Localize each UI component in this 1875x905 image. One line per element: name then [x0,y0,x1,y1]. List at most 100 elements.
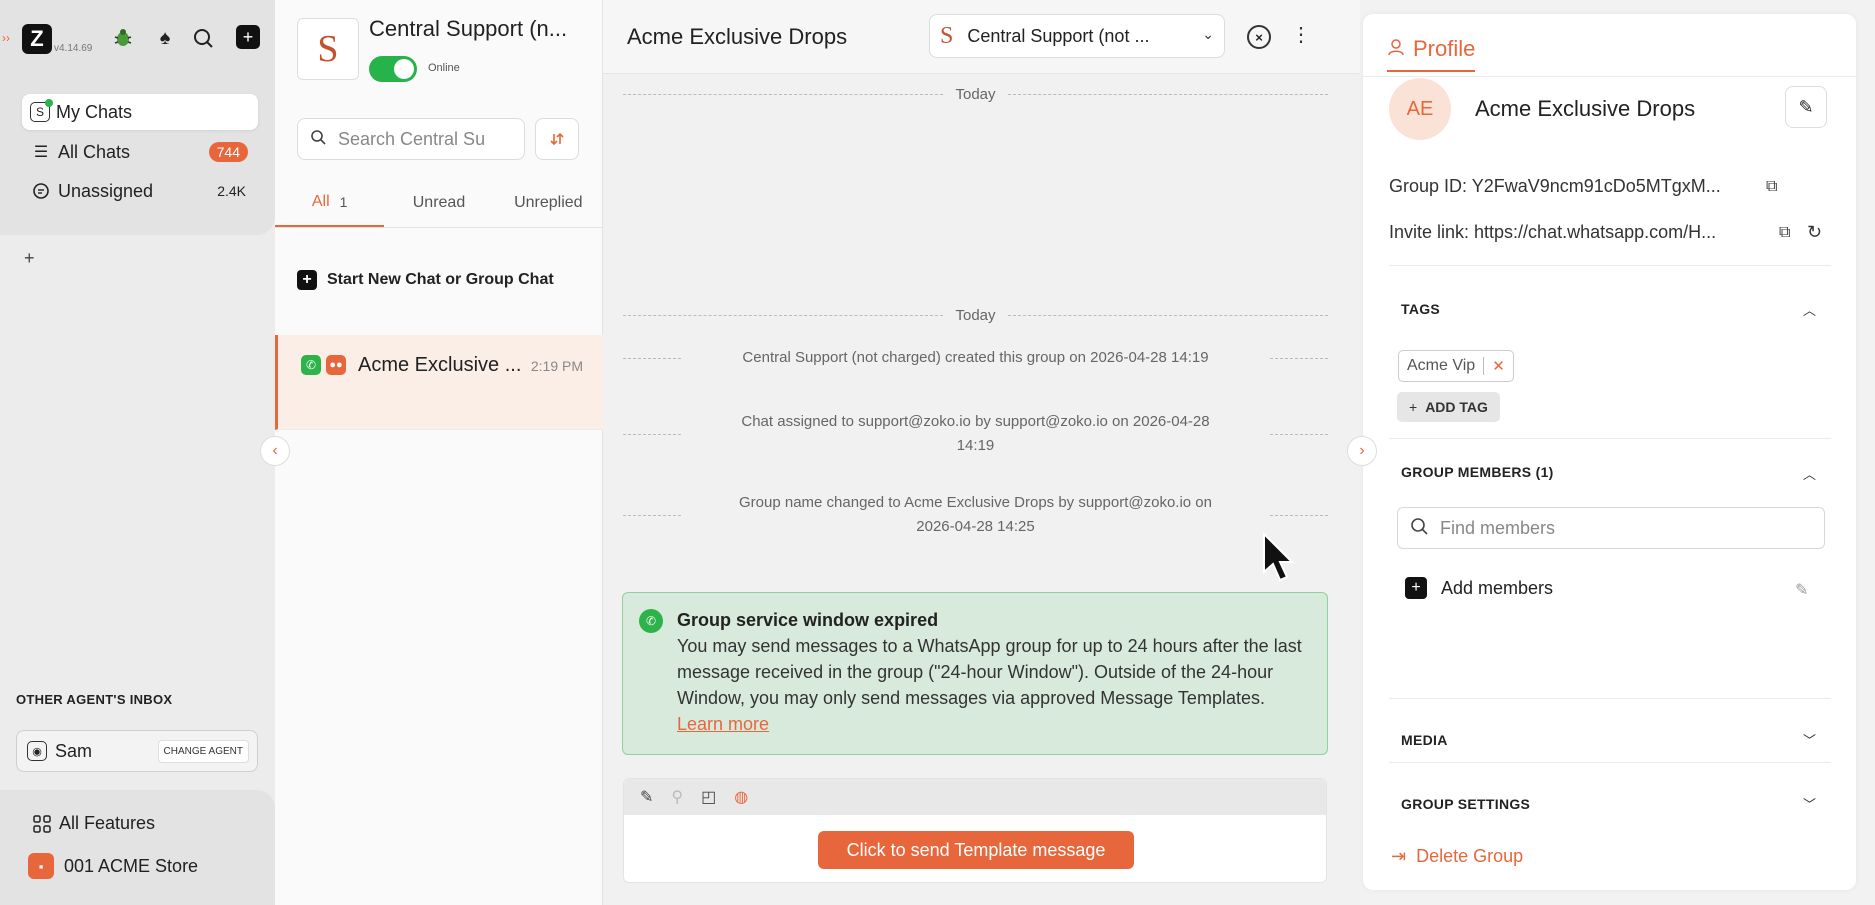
copy-icon[interactable]: ⧉ [1766,178,1777,196]
edit-name-button[interactable]: ✎ [1785,86,1827,128]
assignee-select[interactable]: S Central Support (not ... ⌄ [929,14,1225,58]
add-inbox-button[interactable]: + [24,248,35,269]
note-icon[interactable]: ◰ [701,787,716,807]
plus-icon: + [1405,577,1427,599]
grid-icon [33,814,51,833]
nav-bottom-panel [0,790,275,905]
assignee-label: Central Support (not ... [967,25,1150,46]
group-members-section-title: GROUP MEMBERS (1) [1401,464,1554,480]
all-features-link[interactable]: All Features [33,813,155,834]
nav-item-label: All Chats [58,141,131,162]
chevron-up-icon[interactable]: ︿ [1803,300,1816,319]
agent-selector: ◉ Sam CHANGE AGENT [16,730,258,772]
whatsapp-icon: ✆ [639,609,663,633]
tab-all[interactable]: All 1 [275,178,385,227]
notice-body-text: You may send messages to a WhatsApp grou… [677,636,1302,708]
sort-icon [550,132,564,146]
conversation-panel: Acme Exclusive Drops S Central Support (… [603,0,1360,905]
expand-nav-icon[interactable]: ›› [2,31,10,45]
date-divider-label: Today [955,86,996,103]
date-divider-label: Today [955,307,996,324]
agent-name: Sam [55,740,93,761]
quick-reply-icon[interactable]: ⚲ [671,787,683,807]
search-icon [310,129,326,150]
agent-avatar-icon: ◉ [27,741,47,761]
system-message-text: Chat assigned to support@zoko.io by supp… [741,413,1210,454]
tab-unreplied[interactable]: Unreplied [494,178,603,227]
nav-item-unassigned[interactable]: Unassigned 2.4K [22,173,258,209]
date-divider: Today [623,307,1328,324]
spade-icon[interactable]: ♠ [152,25,178,51]
store-icon: ▪ [28,853,54,879]
inbox-name: Central Support (n... [369,16,568,41]
delete-group-label: Delete Group [1416,846,1524,866]
close-chat-icon[interactable]: × [1247,25,1271,49]
all-features-label: All Features [59,813,156,833]
nav-item-my-chats[interactable]: S My Chats [22,94,258,130]
group-settings-section-title: GROUP SETTINGS [1401,796,1531,812]
change-agent-button[interactable]: CHANGE AGENT [157,740,249,763]
send-template-button[interactable]: Click to send Template message [818,831,1134,869]
group-id: Group ID: Y2FwaV9ncm91cDo5MTgxM... [1389,176,1721,196]
inbox-avatar: S [297,18,359,80]
tag-label: Acme Vip [1407,357,1476,374]
service-window-expired-notice: ✆ Group service window expired You may s… [622,592,1328,755]
chevron-down-icon[interactable]: ﹀ [1803,794,1816,813]
sort-button[interactable] [535,118,579,160]
pencil-icon[interactable]: ✎ [1795,580,1808,600]
system-message: Central Support (not charged) created th… [623,346,1328,370]
bug-icon[interactable] [110,25,136,51]
chat-filter-tabs: All 1 Unread Unreplied [275,178,603,228]
add-tag-label: ADD TAG [1425,399,1488,415]
delete-group-button[interactable]: ⇥ Delete Group [1391,846,1523,867]
new-item-icon[interactable]: + [236,25,260,49]
add-tag-button[interactable]: + ADD TAG [1397,392,1500,422]
find-members-placeholder: Find members [1440,517,1556,538]
tags-section-title: TAGS [1401,301,1441,317]
chat-note-icon[interactable]: ◍ [734,787,748,807]
app-root: ›› Z v4.14.69 ♠ + S My Chats ☰ All Chats… [0,0,1875,905]
member-row-placeholder [1403,640,1783,648]
notice-body: You may send messages to a WhatsApp grou… [677,633,1311,737]
add-members-button[interactable]: + Add members [1405,577,1553,599]
tag-chip: Acme Vip ✕ [1398,350,1514,382]
nav-item-label: Unassigned [58,180,154,201]
composer-toolbar: ✎ ⚲ ◰ ◍ [624,779,1326,815]
chat-search-input[interactable]: Search Central Su [297,118,525,160]
profile-panel: Profile AE Acme Exclusive Drops ✎ Group … [1363,14,1856,890]
collapse-profile-button[interactable]: › [1347,436,1377,466]
search-icon[interactable] [190,25,216,51]
more-options-icon[interactable]: ⋮ [1291,22,1311,47]
remove-tag-icon[interactable]: ✕ [1492,357,1505,375]
media-section-title: MEDIA [1401,732,1448,748]
start-new-chat-button[interactable]: + Start New Chat or Group Chat [297,270,554,290]
store-switcher[interactable]: ▪ 001 ACME Store [28,853,198,879]
date-divider-top: Today [623,86,1328,103]
tab-profile[interactable]: Profile [1387,36,1476,72]
chevron-up-icon[interactable]: ︿ [1803,464,1816,483]
store-label: 001 ACME Store [64,855,199,876]
chat-time: 2:19 PM [530,358,583,374]
template-icon[interactable]: ✎ [640,787,653,807]
tab-label: All [311,192,330,210]
copy-icon[interactable]: ⧉ [1779,224,1790,242]
nav-item-all-chats[interactable]: ☰ All Chats 744 [22,134,258,170]
learn-more-link[interactable]: Learn more [677,714,769,734]
search-placeholder: Search Central Su [338,128,486,149]
whatsapp-icon: ✆ [301,355,321,375]
online-toggle[interactable] [369,56,417,82]
list-filter-icon: ☰ [33,144,49,161]
find-members-input[interactable]: Find members [1397,507,1825,549]
chevron-down-icon[interactable]: ﹀ [1803,730,1816,749]
refresh-icon[interactable]: ↻ [1807,222,1822,243]
chevron-down-icon: ⌄ [1202,26,1214,42]
group-icon: ●● [326,355,346,375]
collapse-list-button[interactable]: ‹ [260,436,290,466]
assignee-avatar: S [940,22,954,49]
tab-unread[interactable]: Unread [384,178,493,227]
tab-count: 1 [339,193,348,210]
chat-list-item[interactable]: ✆ ●● Acme Exclusive ... 2:19 PM [275,335,603,430]
all-chats-count-badge: 744 [208,142,248,162]
mouse-cursor-icon [1262,531,1296,589]
tab-label: Unread [412,193,466,211]
